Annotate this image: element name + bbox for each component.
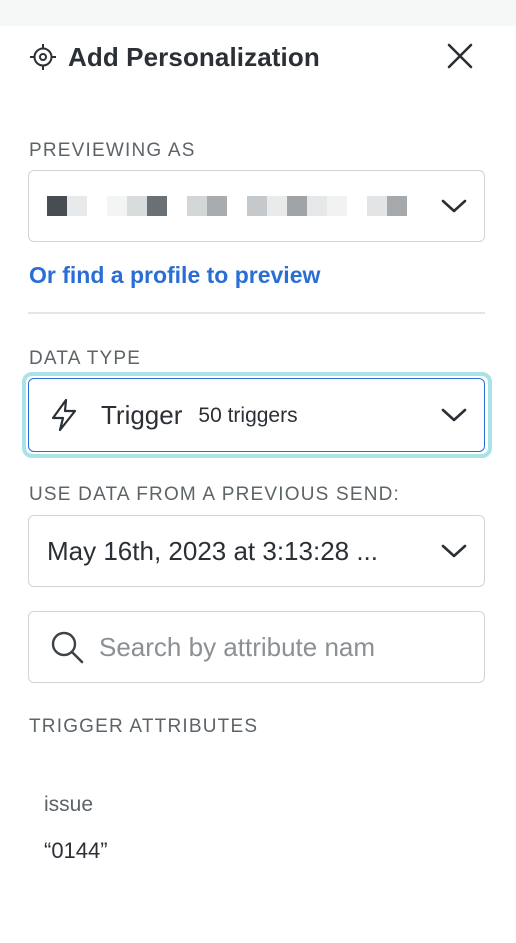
search-input[interactable] [99,631,439,663]
close-button[interactable] [444,40,476,72]
attribute-name[interactable]: issue [44,793,93,817]
panel-title: Add Personalization [68,41,320,72]
previous-send-select[interactable]: May 16th, 2023 at 3:13:28 ... [28,515,485,587]
previous-send-label: USE DATA FROM A PREVIOUS SEND: [29,484,401,505]
data-type-value: Trigger [101,399,183,430]
divider [28,312,485,314]
trigger-count: 50 triggers [198,404,298,427]
chevron-down-icon [441,199,467,213]
redacted-profile-value [47,196,407,216]
find-profile-link[interactable]: Or find a profile to preview [29,262,320,289]
close-icon [447,43,473,69]
chevron-down-icon [441,408,467,422]
attribute-search [28,611,485,683]
previous-send-value: May 16th, 2023 at 3:13:28 ... [47,535,379,566]
trigger-attributes-label: TRIGGER ATTRIBUTES [29,716,259,737]
search-icon [51,631,84,664]
attribute-value: “0144” [44,838,108,863]
data-type-select[interactable]: Trigger 50 triggers [28,378,485,452]
chevron-down-icon [441,544,467,558]
crosshair-icon [28,42,58,72]
previewing-as-label: PREVIEWING AS [29,140,196,161]
data-type-label: DATA TYPE [29,348,142,369]
panel-header: Add Personalization [28,40,488,74]
lightning-icon [47,398,81,432]
profile-select[interactable] [28,170,485,242]
top-bar [0,0,516,26]
